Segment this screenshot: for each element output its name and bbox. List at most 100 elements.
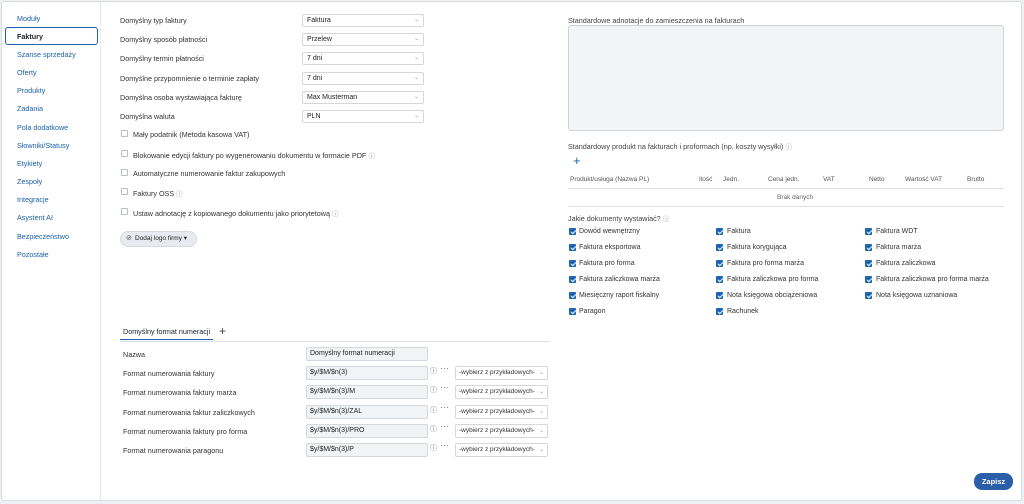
divider: [120, 341, 550, 342]
doc-label: Faktura korygująca: [727, 244, 787, 251]
doc-checkbox-faktura-wdt[interactable]: [865, 228, 872, 235]
issuer-select[interactable]: Max Musterman ⌄: [302, 91, 424, 104]
chevron-down-icon: ⌄: [413, 94, 419, 100]
sidebar-item-integracje[interactable]: Integracje: [2, 191, 101, 209]
auto-numbering-label: Automatyczne numerowanie faktur zakupowy…: [133, 169, 286, 178]
info-icon[interactable]: ⓘ: [332, 211, 339, 218]
chevron-down-icon: ⌄: [413, 55, 419, 61]
format-input-invoice[interactable]: $y/$M/$n(3): [306, 366, 428, 380]
settings-window: Moduły Faktury Szanse sprzedaży Oferty P…: [1, 1, 1022, 501]
doc-checkbox-nota-uznaniowa[interactable]: [865, 292, 872, 299]
info-icon[interactable]: ⓘ: [430, 366, 437, 376]
column-header-vat: VAT: [823, 176, 835, 183]
sidebar-item-faktury[interactable]: Faktury: [5, 27, 98, 45]
info-icon[interactable]: ⓘ: [785, 144, 792, 151]
payment-method-select[interactable]: Przelew ⌄: [302, 33, 424, 46]
column-header-unit: Jedn.: [723, 176, 739, 183]
name-label: Nazwa: [123, 350, 145, 359]
doc-checkbox-faktura-pro-forma[interactable]: [569, 260, 576, 267]
more-options-icon[interactable]: ···: [440, 364, 450, 373]
block-edit-checkbox[interactable]: [121, 150, 128, 157]
sidebar-item-zadania[interactable]: Zadania: [2, 100, 101, 118]
column-header-quantity: Ilość: [699, 176, 713, 183]
format-example-picker[interactable]: -wybierz z przykładowych- ⌄: [455, 443, 548, 457]
save-button[interactable]: Zapisz: [974, 473, 1013, 490]
format-name-input[interactable]: Domyślny format numeracji: [306, 347, 428, 361]
column-header-vat-value: Wartość VAT: [905, 176, 943, 183]
format-example-picker[interactable]: -wybierz z przykładowych- ⌄: [455, 424, 548, 438]
doc-checkbox-rachunek[interactable]: [716, 308, 723, 315]
format-example-picker[interactable]: -wybierz z przykładowych- ⌄: [455, 405, 548, 419]
doc-checkbox-faktura[interactable]: [716, 228, 723, 235]
info-icon[interactable]: ⓘ: [430, 405, 437, 415]
doc-checkbox-faktura-marza[interactable]: [865, 244, 872, 251]
doc-checkbox-dowod-wewnetrzny[interactable]: [569, 228, 576, 235]
sidebar-item-asystent-ai[interactable]: Asystent AI: [2, 209, 101, 227]
doc-checkbox-faktura-zaliczkowa-pro-forma[interactable]: [716, 276, 723, 283]
info-icon[interactable]: ⓘ: [430, 385, 437, 395]
divider: [568, 188, 1004, 189]
doc-checkbox-nota-obciazeniowa[interactable]: [716, 292, 723, 299]
doc-label: Faktura WDT: [876, 228, 918, 235]
more-options-icon[interactable]: ···: [440, 441, 450, 450]
more-options-icon[interactable]: ···: [440, 403, 450, 412]
sidebar: Moduły Faktury Szanse sprzedaży Oferty P…: [2, 2, 101, 500]
field-label-payment-term: Domyślny termin płatności: [120, 54, 204, 63]
tab-numbering-format[interactable]: Domyślny format numeracji: [120, 326, 214, 340]
column-header-net: Netto: [869, 176, 885, 183]
oss-checkbox[interactable]: [121, 188, 128, 195]
auto-numbering-checkbox[interactable]: [121, 169, 128, 176]
format-input-receipt[interactable]: $y/$M/$n(3)/P: [306, 443, 428, 457]
doc-checkbox-faktura-pro-forma-marza[interactable]: [716, 260, 723, 267]
format-example-picker[interactable]: -wybierz z przykładowych- ⌄: [455, 366, 548, 380]
format-input-pro-forma[interactable]: $y/$M/$n(3)/PRO: [306, 424, 428, 438]
priority-annotation-checkbox[interactable]: [121, 208, 128, 215]
add-product-icon[interactable]: +: [573, 154, 581, 167]
invoice-type-select[interactable]: Faktura ⌄: [302, 14, 424, 27]
info-icon[interactable]: ⓘ: [430, 443, 437, 453]
doc-checkbox-faktura-korygujaca[interactable]: [716, 244, 723, 251]
doc-checkbox-faktura-zaliczkowa-pro-forma-marza[interactable]: [865, 276, 872, 283]
doc-checkbox-faktura-eksportowa[interactable]: [569, 244, 576, 251]
small-taxpayer-checkbox[interactable]: [121, 130, 128, 137]
annotations-label: Standardowe adnotacje do zamieszczenia n…: [568, 16, 745, 25]
payment-reminder-select[interactable]: 7 dni ⌄: [302, 72, 424, 85]
doc-label: Dowód wewnętrzny: [579, 228, 640, 235]
more-options-icon[interactable]: ···: [440, 422, 450, 431]
column-header-product: Produkt/usługa (Nazwa PL): [570, 176, 650, 183]
more-options-icon[interactable]: ···: [440, 383, 450, 392]
format-example-picker[interactable]: -wybierz z przykładowych- ⌄: [455, 385, 548, 399]
sidebar-item-zespoly[interactable]: Zespoły: [2, 173, 101, 191]
chevron-down-icon: ⌄: [413, 17, 419, 23]
sidebar-item-slowniki[interactable]: Słowniki/Statusy: [2, 137, 101, 155]
doc-checkbox-faktura-zaliczkowa[interactable]: [865, 260, 872, 267]
add-format-icon[interactable]: +: [219, 325, 226, 338]
annotations-textarea[interactable]: [568, 25, 1004, 131]
doc-label: Faktura eksportowa: [579, 244, 641, 251]
info-icon[interactable]: ⓘ: [176, 191, 183, 198]
currency-select[interactable]: PLN ⌄: [302, 110, 424, 123]
doc-checkbox-raport-fiskalny[interactable]: [569, 292, 576, 299]
sidebar-item-pozostale[interactable]: Pozostałe: [2, 246, 101, 264]
info-icon[interactable]: ⓘ: [663, 216, 670, 223]
sidebar-item-etykiety[interactable]: Etykiety: [2, 155, 101, 173]
info-icon[interactable]: ⓘ: [430, 424, 437, 434]
sidebar-item-oferty[interactable]: Oferty: [2, 64, 101, 82]
chevron-down-icon: ⌄: [537, 367, 544, 379]
add-logo-button[interactable]: ⊘ Dodaj logo firmy ▾: [120, 231, 197, 247]
sidebar-item-pola-dodatkowe[interactable]: Pola dodatkowe: [2, 119, 101, 137]
info-icon[interactable]: ⓘ: [368, 153, 375, 160]
format-input-advance[interactable]: $y/$M/$n(3)/ZAL: [306, 405, 428, 419]
chevron-down-icon: ⌄: [537, 386, 544, 398]
sidebar-item-szanse-sprzedazy[interactable]: Szanse sprzedaży: [2, 46, 101, 64]
sidebar-item-bezpieczenstwo[interactable]: Bezpieczeństwo: [2, 228, 101, 246]
doc-checkbox-faktura-zaliczkowa-marza[interactable]: [569, 276, 576, 283]
sidebar-item-produkty[interactable]: Produkty: [2, 82, 101, 100]
field-label-currency: Domyślna waluta: [120, 112, 175, 121]
sidebar-item-moduly[interactable]: Moduły: [2, 10, 101, 28]
small-taxpayer-label: Mały podatnik (Metoda kasowa VAT): [133, 130, 250, 139]
doc-checkbox-paragon[interactable]: [569, 308, 576, 315]
doc-label: Nota księgowa uznaniowa: [876, 292, 958, 299]
format-input-invoice-margin[interactable]: $y/$M/$n(3)/M: [306, 385, 428, 399]
payment-term-select[interactable]: 7 dni ⌄: [302, 52, 424, 65]
